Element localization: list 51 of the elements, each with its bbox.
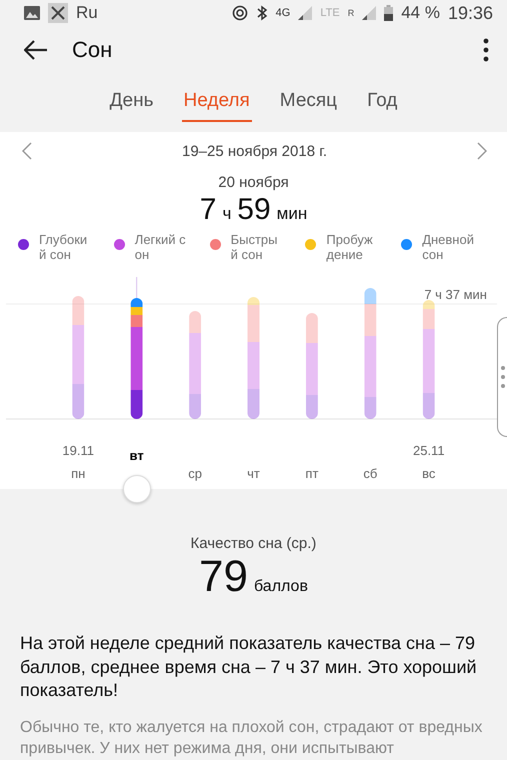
period-tab[interactable]: День (108, 86, 156, 122)
back-button[interactable] (22, 38, 50, 62)
weekday-label: ср (188, 466, 202, 482)
date-label: 25.11 (412, 443, 445, 458)
date-range: 19–25 ноября 2018 г. (182, 142, 328, 160)
weekday-label: сб (363, 466, 378, 482)
close-icon (48, 3, 68, 24)
clock: 19:36 (448, 2, 493, 24)
hours-unit: ч (222, 204, 232, 224)
period-tab[interactable]: Год (365, 86, 400, 122)
weekday-label: чт (247, 466, 260, 482)
period-tab[interactable]: Месяц (278, 86, 340, 122)
weekday-label: пт (305, 466, 318, 482)
legend-label: Дневной сон (422, 233, 474, 264)
summary-text: На этой неделе средний показатель качества сна – 79 баллов, среднее время сна – 7 ч 37 мин. Это хороший показатель! (20, 632, 478, 702)
quality-unit: баллов (254, 578, 308, 596)
side-handle[interactable] (497, 317, 507, 438)
sleep-bar[interactable] (130, 277, 143, 420)
minutes-value: 59 (237, 193, 271, 228)
minutes-unit: мин (276, 204, 308, 224)
weekday-label: пн (71, 466, 86, 482)
network-label: 4G (276, 7, 290, 20)
legend-label: Легкий сон (134, 233, 187, 264)
period-tab[interactable]: Неделя (182, 86, 252, 122)
quality-label: Качество сна (ср.) (190, 535, 316, 552)
selected-date: 20 ноября (218, 174, 289, 192)
weekday-label: вс (422, 466, 436, 482)
image-icon (24, 6, 40, 20)
signal-icon (362, 6, 376, 20)
signal-icon (298, 6, 312, 20)
bluetooth-icon (256, 5, 268, 22)
weekday-label: вт (130, 448, 144, 464)
date-label: 19.11 (62, 443, 94, 458)
roaming-label: R (348, 8, 354, 18)
legend-label: Глубокий сон (39, 233, 88, 264)
hotspot-icon (232, 5, 248, 22)
more-options-button[interactable] (481, 36, 491, 64)
legend-label: Пробуждение (326, 233, 374, 264)
legend-label: Быстрый сон (230, 233, 278, 264)
previous-button[interactable] (20, 140, 34, 162)
battery-icon (384, 5, 394, 22)
quality-score: 79 (199, 552, 248, 602)
advice-text: Обычно те, кто жалуется на плохой сон, страдают от вредных привычек. У них нет режима дня, они испытывают (20, 718, 483, 760)
screen-title: Сон (72, 37, 114, 64)
slider-handle[interactable] (122, 475, 151, 504)
notification-label: Ru (76, 3, 98, 24)
network-label: LTE (320, 7, 340, 20)
average-label: 7 ч 37 мин (424, 287, 487, 302)
hours-value: 7 (200, 193, 216, 228)
battery-percentage: 44 % (401, 3, 440, 24)
next-button[interactable] (475, 140, 489, 162)
